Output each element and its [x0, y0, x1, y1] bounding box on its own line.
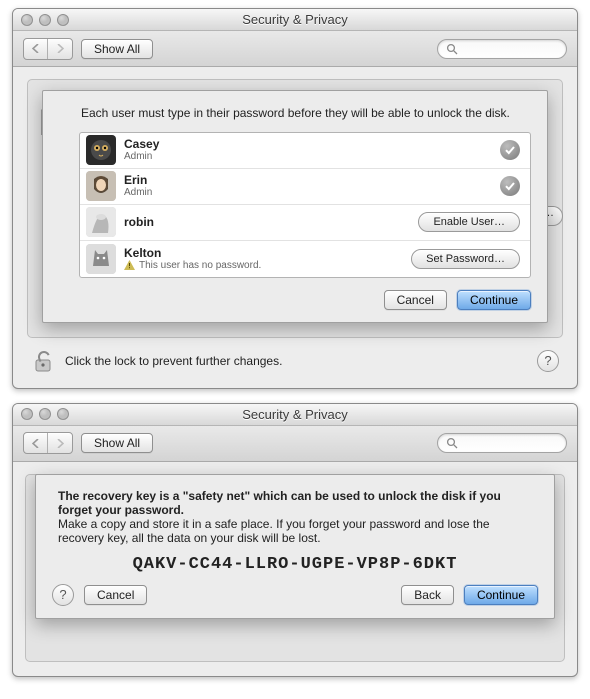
enable-user-button[interactable]: Enable User… — [418, 212, 520, 232]
avatar — [86, 135, 116, 165]
search-field[interactable] — [437, 39, 567, 59]
show-all-button[interactable]: Show All — [81, 39, 153, 59]
toolbar: Show All — [13, 426, 577, 462]
show-all-button[interactable]: Show All — [81, 433, 153, 453]
minimize-icon[interactable] — [39, 408, 51, 420]
content-area: The recovery key is a "safety net" which… — [13, 462, 577, 676]
lock-bar: Click the lock to prevent further change… — [27, 338, 563, 378]
user-row-erin: Erin Admin — [80, 169, 530, 205]
sheet-heading: The recovery key is a "safety net" which… — [58, 489, 538, 517]
minimize-icon[interactable] — [39, 14, 51, 26]
cancel-button[interactable]: Cancel — [384, 290, 447, 310]
window-title: Security & Privacy — [13, 12, 577, 27]
user-name: Erin — [124, 174, 152, 187]
search-icon — [446, 43, 458, 55]
help-button[interactable]: ? — [537, 350, 559, 372]
unlocked-lock-icon[interactable] — [31, 348, 57, 374]
back-button[interactable] — [24, 39, 48, 59]
forward-button[interactable] — [48, 39, 72, 59]
sheet-message: Each user must type in their password be… — [81, 105, 525, 122]
close-icon[interactable] — [21, 408, 33, 420]
sheet-subtext: Make a copy and store it in a safe place… — [58, 517, 538, 545]
user-row-robin: robin Enable User… — [80, 205, 530, 241]
user-role: This user has no password. — [124, 260, 261, 271]
enabled-check-icon — [500, 176, 520, 196]
titlebar: Security & Privacy — [13, 9, 577, 31]
recovery-key-sheet: The recovery key is a "safety net" which… — [35, 474, 555, 619]
continue-button[interactable]: Continue — [457, 290, 531, 310]
enabled-check-icon — [500, 140, 520, 160]
close-icon[interactable] — [21, 14, 33, 26]
traffic-lights — [21, 408, 69, 420]
nav-back-forward — [23, 432, 73, 454]
help-button[interactable]: ? — [52, 584, 74, 606]
content-area: ult… Each user must type in their passwo… — [13, 67, 577, 388]
zoom-icon[interactable] — [57, 408, 69, 420]
titlebar: Security & Privacy — [13, 404, 577, 426]
window-recovery-key: Security & Privacy Show All — [12, 403, 578, 677]
traffic-lights — [21, 14, 69, 26]
back-button-sheet[interactable]: Back — [401, 585, 454, 605]
user-name: Kelton — [124, 247, 261, 260]
recovery-key-value: QAKV-CC44-LLRO-UGPE-VP8P-6DKT — [52, 555, 538, 574]
lock-text: Click the lock to prevent further change… — [65, 354, 282, 368]
avatar — [86, 207, 116, 237]
user-role: Admin — [124, 187, 152, 198]
search-input[interactable] — [463, 437, 558, 449]
nav-back-forward — [23, 38, 73, 60]
user-row-casey: Casey Admin — [80, 133, 530, 169]
cancel-button[interactable]: Cancel — [84, 585, 147, 605]
user-name: robin — [124, 216, 154, 229]
continue-button[interactable]: Continue — [464, 585, 538, 605]
enable-users-sheet: Each user must type in their password be… — [42, 90, 548, 323]
toolbar: Show All — [13, 31, 577, 67]
warning-icon — [124, 260, 135, 270]
user-name: Casey — [124, 138, 159, 151]
forward-button[interactable] — [48, 433, 72, 453]
user-role: Admin — [124, 151, 159, 162]
avatar — [86, 171, 116, 201]
back-button[interactable] — [24, 433, 48, 453]
search-input[interactable] — [463, 43, 558, 55]
zoom-icon[interactable] — [57, 14, 69, 26]
user-list: Casey Admin — [79, 132, 531, 278]
set-password-button[interactable]: Set Password… — [411, 249, 520, 269]
user-row-kelton: Kelton This user has no password. Set Pa… — [80, 241, 530, 277]
search-icon — [446, 437, 458, 449]
filevault-panel: ult… Each user must type in their passwo… — [27, 79, 563, 338]
avatar — [86, 244, 116, 274]
window-title: Security & Privacy — [13, 407, 577, 422]
search-field[interactable] — [437, 433, 567, 453]
window-users: Security & Privacy Show All — [12, 8, 578, 389]
